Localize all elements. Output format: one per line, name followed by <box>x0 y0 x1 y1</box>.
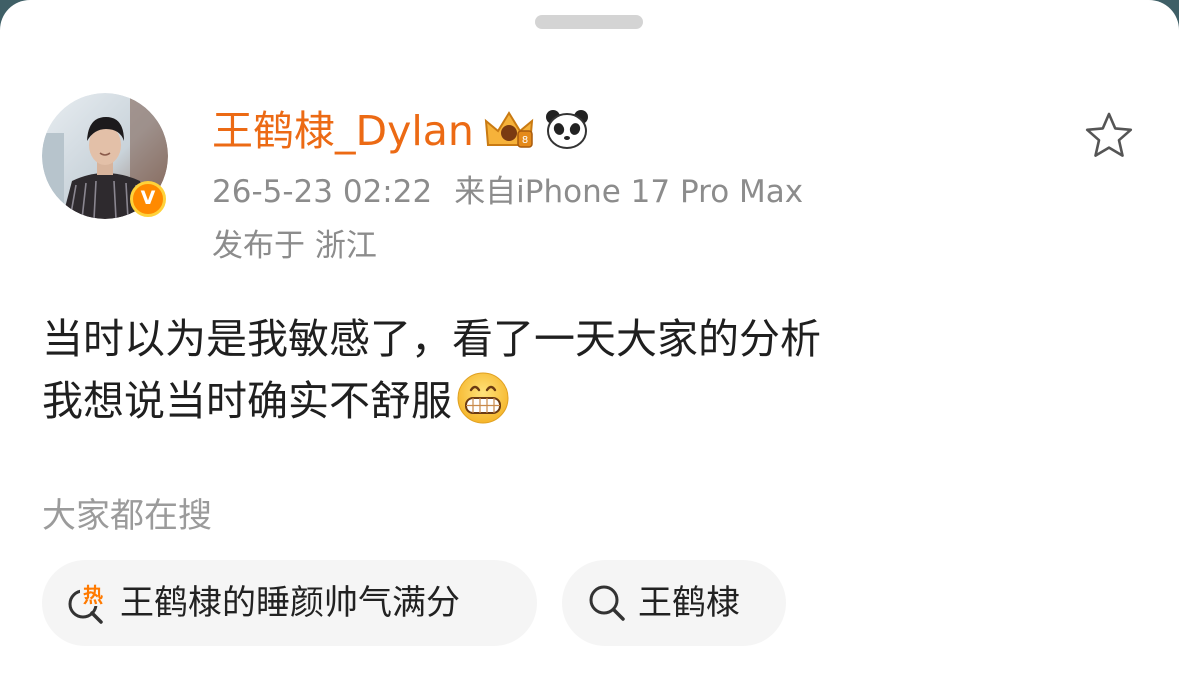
search-chip-label: 王鹤棣的睡颜帅气满分 <box>120 583 460 623</box>
panda-badge-icon[interactable] <box>544 107 590 155</box>
crown-badge-icon[interactable]: 8 <box>482 107 536 155</box>
post-text-line-2: 我想说当时确实不舒服 <box>42 370 821 432</box>
star-outline-icon[interactable] <box>1083 110 1135 162</box>
author-name[interactable]: 王鹤棣_Dylan <box>212 103 474 159</box>
search-chip[interactable]: 王鹤棣 <box>562 560 786 646</box>
hot-search-icon: 热 <box>68 582 106 624</box>
post-meta: 26-5-23 02:22 来自iPhone 17 Pro Max <box>212 170 803 214</box>
hot-mark: 热 <box>83 583 103 607</box>
post-detail-sheet: V 王鹤棣_Dylan 8 26-5-23 02:22 来自iPhone 17 … <box>0 0 1179 695</box>
search-chip-label: 王鹤棣 <box>638 583 740 623</box>
search-icon <box>589 585 625 621</box>
post-source: 来自iPhone 17 Pro Max <box>454 174 804 210</box>
post-location: 发布于 浙江 <box>212 228 377 264</box>
trending-search-title: 大家都在搜 <box>42 496 212 536</box>
post-text-line: 我想说当时确实不舒服 <box>42 377 452 425</box>
post-text: 当时以为是我敏感了，看了一天大家的分析 我想说当时确实不舒服 <box>42 308 821 432</box>
grinning-face-icon <box>457 372 509 424</box>
search-chip-hot[interactable]: 热 王鹤棣的睡颜帅气满分 <box>42 560 537 646</box>
sheet-drag-handle[interactable] <box>535 15 643 29</box>
author-avatar-container[interactable]: V <box>42 93 168 219</box>
author-name-row: 王鹤棣_Dylan 8 <box>212 103 590 159</box>
post-text-line: 当时以为是我敏感了，看了一天大家的分析 <box>42 315 821 363</box>
post-timestamp: 26-5-23 02:22 <box>212 174 433 210</box>
svg-text:8: 8 <box>522 135 528 146</box>
verified-badge: V <box>130 181 166 217</box>
verified-badge-label: V <box>140 187 156 209</box>
